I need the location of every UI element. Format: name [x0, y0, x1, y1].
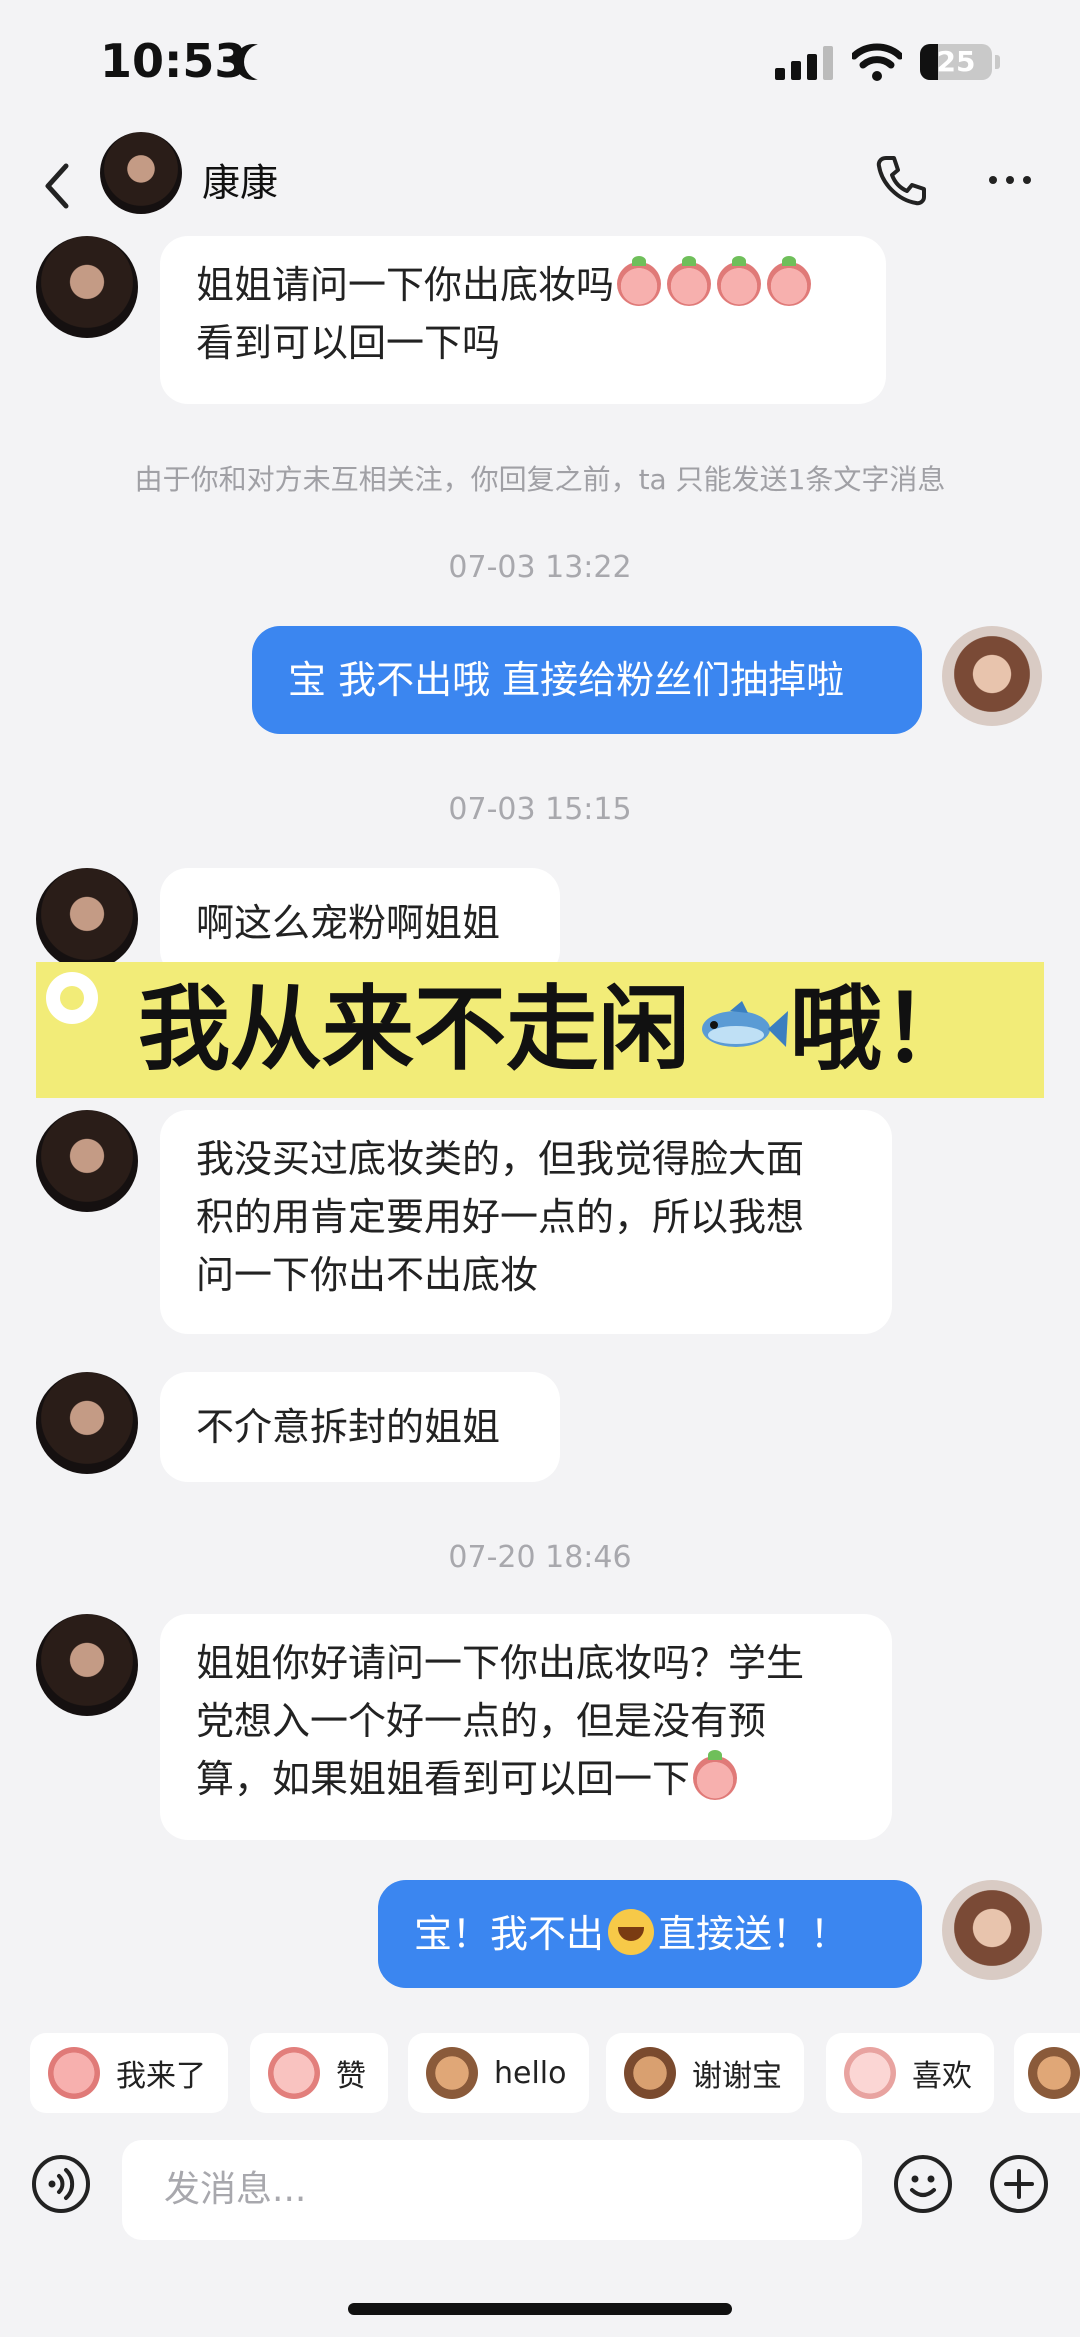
battery-tip	[995, 55, 1000, 69]
message-input[interactable]: 发消息...	[122, 2140, 862, 2240]
sticker-chip[interactable]: 谢谢宝	[606, 2033, 804, 2113]
signal-icon	[775, 46, 833, 80]
sender-avatar[interactable]	[36, 1614, 138, 1716]
message-text: 姐姐你好请问一下你出底妆吗？学生	[196, 1641, 805, 1685]
timestamp: 07-03 13:22	[448, 550, 632, 585]
back-icon[interactable]	[38, 156, 78, 216]
sticker-chip[interactable]: 喜欢	[826, 2033, 994, 2113]
timestamp: 07-20 18:46	[448, 1540, 632, 1575]
more-icon[interactable]	[988, 170, 1032, 190]
peach-emoji-icon	[693, 1750, 738, 1800]
record-dot-icon	[46, 972, 98, 1024]
sticker-chip[interactable]: 我来了	[30, 2033, 228, 2113]
sticker-xihuan-icon	[844, 2047, 896, 2099]
battery-icon: 25	[920, 44, 992, 80]
status-bar: 10:53 25	[0, 0, 1080, 130]
my-avatar[interactable]	[942, 1880, 1042, 1980]
message-text: 宝 我不出哦 直接给粉丝们抽掉啦	[288, 658, 845, 702]
emoji-icon[interactable]	[892, 2153, 954, 2215]
sticker-zan-icon	[268, 2047, 320, 2099]
wifi-icon	[852, 43, 902, 81]
incoming-message[interactable]: 姐姐你好请问一下你出底妆吗？学生 党想入一个好一点的，但是没有预 算，如果姐姐看…	[160, 1614, 892, 1840]
sticker-chip[interactable]: hello	[408, 2033, 589, 2113]
sticker-chip[interactable]: 赞	[250, 2033, 388, 2113]
message-text: 积的用肯定要用好一点的，所以我想	[196, 1195, 805, 1239]
message-text: 党想入一个好一点的，但是没有预	[196, 1699, 767, 1743]
sticker-label: hello	[494, 2055, 567, 2091]
home-indicator	[348, 2303, 732, 2315]
my-avatar[interactable]	[942, 626, 1042, 726]
contact-avatar[interactable]	[100, 132, 182, 214]
incoming-message[interactable]: 不介意拆封的姐姐	[160, 1372, 560, 1482]
message-text: 宝！我不出	[414, 1912, 605, 1956]
sticker-label: 我来了	[116, 2059, 206, 2094]
peach-emoji-icon	[717, 256, 762, 306]
message-text: 啊这么宠粉啊姐姐	[196, 901, 501, 945]
peach-emoji-icon	[667, 256, 712, 306]
sticker-quick-bar: 我来了 赞 hello 谢谢宝 喜欢	[0, 2005, 1080, 2135]
contact-name[interactable]: 康康	[202, 152, 278, 207]
banner-text: 我从来不走闲 哦！	[138, 972, 974, 1088]
banner-text-part1: 我从来不走闲	[138, 976, 691, 1083]
sender-avatar[interactable]	[36, 868, 138, 970]
sticker-chip[interactable]	[1014, 2033, 1080, 2113]
status-time: 10:53	[100, 34, 247, 88]
sticker-label: 赞	[336, 2059, 366, 2094]
crying-emoji-icon	[608, 1909, 655, 1955]
sticker-monkey-icon	[1028, 2047, 1080, 2099]
moon-icon	[244, 44, 280, 80]
phone-icon[interactable]	[870, 150, 930, 210]
sticker-xiexiebao-icon	[624, 2047, 676, 2099]
message-text: 直接送！！	[658, 1912, 849, 1956]
caption-banner: 我从来不走闲 哦！	[36, 962, 1044, 1098]
incoming-message[interactable]: 姐姐请问一下你出底妆吗 看到可以回一下吗	[160, 236, 886, 404]
sticker-label: 谢谢宝	[692, 2059, 782, 2094]
outgoing-message[interactable]: 宝 我不出哦 直接给粉丝们抽掉啦	[252, 626, 922, 734]
sender-avatar[interactable]	[36, 1110, 138, 1212]
sender-avatar[interactable]	[36, 1372, 138, 1474]
sender-avatar[interactable]	[36, 236, 138, 338]
plus-icon[interactable]	[988, 2153, 1050, 2215]
peach-emoji-icon	[767, 256, 812, 306]
input-bar: 发消息...	[0, 2135, 1080, 2337]
timestamp: 07-03 15:15	[448, 792, 632, 827]
battery-level: 25	[936, 45, 976, 78]
message-text: 看到可以回一下吗	[196, 321, 501, 365]
message-text: 问一下你出不出底妆	[196, 1253, 539, 1297]
message-text: 算，如果姐姐看到可以回一下	[196, 1757, 691, 1801]
sticker-wolaile-icon	[48, 2047, 100, 2099]
peach-emoji-icon	[617, 256, 662, 306]
sticker-label: 喜欢	[912, 2059, 972, 2094]
message-text: 我没买过底妆类的，但我觉得脸大面	[196, 1137, 805, 1181]
banner-text-part2: 哦！	[790, 976, 975, 1083]
fish-icon	[702, 1001, 789, 1047]
incoming-message[interactable]: 我没买过底妆类的，但我觉得脸大面 积的用肯定要用好一点的，所以我想 问一下你出不…	[160, 1110, 892, 1334]
voice-icon[interactable]	[30, 2153, 92, 2215]
message-text: 姐姐请问一下你出底妆吗	[196, 263, 615, 307]
message-text: 不介意拆封的姐姐	[196, 1405, 501, 1449]
chat-header: 康康	[0, 130, 1080, 240]
sticker-hello-icon	[426, 2047, 478, 2099]
system-notice: 由于你和对方未互相关注，你回复之前，ta 只能发送1条文字消息	[134, 463, 946, 496]
outgoing-message[interactable]: 宝！我不出 直接送！！	[378, 1880, 922, 1988]
